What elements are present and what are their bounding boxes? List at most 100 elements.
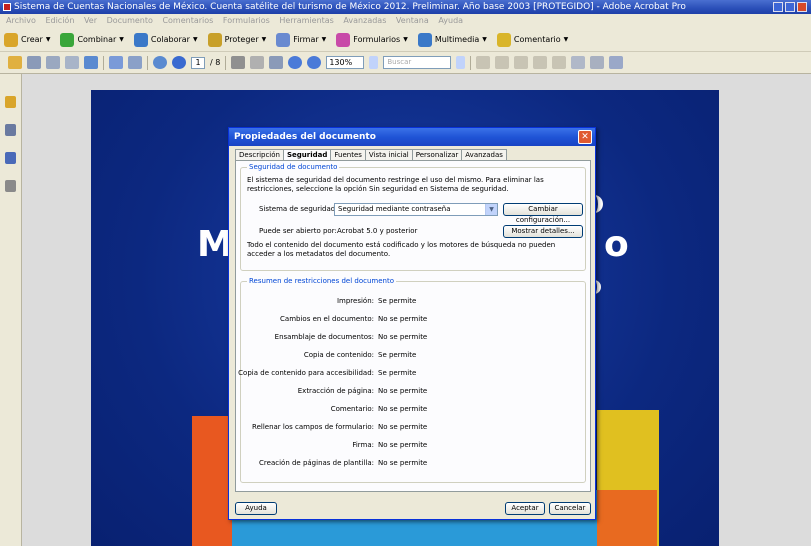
menu-ayuda[interactable]: Ayuda [438, 16, 463, 25]
column-tool-icon[interactable] [514, 56, 529, 69]
next-page-icon[interactable] [172, 56, 186, 69]
acrobat-app-icon [3, 3, 11, 11]
marquee-zoom-icon[interactable] [269, 56, 284, 69]
tab-vista-inicial[interactable]: Vista inicial [364, 149, 413, 160]
security-description: El sistema de seguridad del documento re… [247, 176, 544, 193]
print-icon[interactable] [27, 56, 41, 69]
multimedia-button[interactable]: Multimedia ▼ [417, 32, 487, 47]
menu-comentarios[interactable]: Comentarios [162, 16, 213, 25]
create-button[interactable]: Crear ▼ [4, 32, 50, 47]
zoom-level-input[interactable]: 130% [326, 56, 365, 69]
page-cover-letter: o [604, 224, 629, 265]
restriction-row: Extracción de página: No se permite [297, 387, 428, 395]
navigation-toolbar: 1 / 8 130% Buscar [0, 52, 811, 74]
protect-button[interactable]: Proteger ▼ [207, 32, 266, 47]
dialog-title-bar[interactable]: Propiedades del documento ✕ [229, 128, 595, 146]
forms-icon [336, 32, 351, 47]
search-input[interactable]: Buscar [383, 56, 452, 69]
zoom-out-icon[interactable] [288, 56, 303, 69]
menu-herramientas[interactable]: Herramientas [279, 16, 334, 25]
link-tool-icon[interactable] [495, 56, 510, 69]
window-title: Sistema de Cuentas Nacionales de México.… [14, 2, 686, 12]
maximize-icon[interactable] [785, 2, 795, 12]
page-graphic-block [597, 490, 657, 546]
page-total: / 8 [210, 58, 221, 67]
pen-icon [276, 32, 291, 47]
menu-documento[interactable]: Documento [107, 16, 153, 25]
zoom-in-icon[interactable] [307, 56, 322, 69]
signatures-icon[interactable] [5, 180, 16, 192]
edit-icon[interactable] [609, 56, 624, 69]
page-number-input[interactable]: 1 [191, 56, 205, 69]
tab-descripcion[interactable]: Descripción [235, 149, 284, 160]
cancel-button[interactable]: Cancelar [549, 502, 591, 515]
security-method-label: Sistema de seguridad: [259, 205, 338, 213]
restrictions-group: Resumen de restricciones del documento I… [238, 277, 586, 483]
combine-icon [60, 32, 75, 47]
menu-edicion[interactable]: Edición [45, 16, 74, 25]
encryption-note: Todo el contenido del documento está cod… [247, 241, 556, 258]
pages-icon[interactable] [5, 124, 16, 136]
forms-button[interactable]: Formularios ▼ [336, 32, 408, 47]
stamp-tool-icon[interactable] [552, 56, 567, 69]
text-box-icon[interactable] [571, 56, 586, 69]
form-field-icon[interactable] [590, 56, 605, 69]
left-navigation-pane [0, 74, 22, 546]
page-view-icon[interactable] [109, 56, 123, 69]
hand-tool-icon[interactable] [250, 56, 265, 69]
select-tool-icon[interactable] [476, 56, 491, 69]
security-group: Seguridad de documento El sistema de seg… [240, 163, 586, 271]
tab-avanzadas[interactable]: Avanzadas [461, 149, 507, 160]
restriction-row: Creación de páginas de plantilla: No se … [259, 459, 428, 467]
close-window-icon[interactable] [797, 2, 807, 12]
zoom-dropdown-icon[interactable] [369, 56, 379, 69]
security-group-title: Seguridad de documento [247, 163, 340, 171]
collaborate-icon[interactable] [84, 56, 98, 69]
minimize-icon[interactable] [773, 2, 783, 12]
restriction-row: Impresión: Se permite [336, 297, 417, 305]
restriction-row: Copia de contenido: Se permite [303, 351, 417, 359]
combine-button[interactable]: Combinar ▼ [60, 32, 124, 47]
bookmarks-icon[interactable] [5, 152, 16, 164]
menu-ventana[interactable]: Ventana [396, 16, 429, 25]
tab-personalizar[interactable]: Personalizar [411, 149, 463, 160]
help-button[interactable]: Ayuda [235, 502, 277, 515]
menu-formularios[interactable]: Formularios [223, 16, 270, 25]
menu-ver[interactable]: Ver [84, 16, 97, 25]
ok-button[interactable]: Aceptar [505, 502, 545, 515]
previous-page-icon[interactable] [153, 56, 167, 69]
dialog-tabs: Descripción Seguridad Fuentes Vista inic… [235, 149, 507, 161]
change-settings-button[interactable]: Cambiar configuración... [503, 203, 583, 224]
restriction-row: Ensamblaje de documentos: No se permite [274, 333, 428, 341]
select-text-icon[interactable] [231, 56, 246, 69]
multimedia-icon [417, 32, 432, 47]
window-controls [773, 2, 807, 12]
menu-avanzadas[interactable]: Avanzadas [343, 16, 386, 25]
show-details-button[interactable]: Mostrar detalles... [503, 225, 583, 238]
collaborate-icon [133, 32, 148, 47]
highlight-tool-icon[interactable] [533, 56, 548, 69]
restriction-row: Cambios en el documento: No se permite [280, 315, 428, 323]
create-icon [4, 32, 18, 47]
comment-icon [496, 32, 511, 47]
open-folder-icon[interactable] [8, 56, 22, 69]
save-icon[interactable] [46, 56, 60, 69]
security-method-select[interactable]: Seguridad mediante contraseña ▼ [334, 203, 498, 216]
menu-archivo[interactable]: Archivo [6, 16, 36, 25]
opened-by-label: Puede ser abierto por: [259, 227, 337, 235]
page-graphic-block [192, 416, 232, 546]
dialog-close-icon[interactable]: ✕ [578, 130, 592, 144]
comment-button[interactable]: Comentario ▼ [496, 32, 568, 47]
email-icon[interactable] [65, 56, 79, 69]
search-dropdown-icon[interactable] [456, 56, 466, 69]
tab-fuentes[interactable]: Fuentes [330, 149, 366, 160]
restriction-row: Rellenar los campos de formulario: No se… [252, 423, 428, 431]
page-layout-icon[interactable] [128, 56, 142, 69]
document-properties-dialog: Propiedades del documento ✕ Descripción … [228, 127, 596, 520]
restrictions-group-title: Resumen de restricciones del documento [247, 277, 397, 285]
collaborate-button[interactable]: Colaborar ▼ [133, 32, 198, 47]
lock-icon[interactable] [5, 96, 16, 108]
sign-button[interactable]: Firmar ▼ [276, 32, 326, 47]
restriction-row: Comentario: No se permite [330, 405, 428, 413]
task-toolbar: Crear ▼ Combinar ▼ Colaborar ▼ Proteger ▼ Fi… [0, 28, 811, 52]
